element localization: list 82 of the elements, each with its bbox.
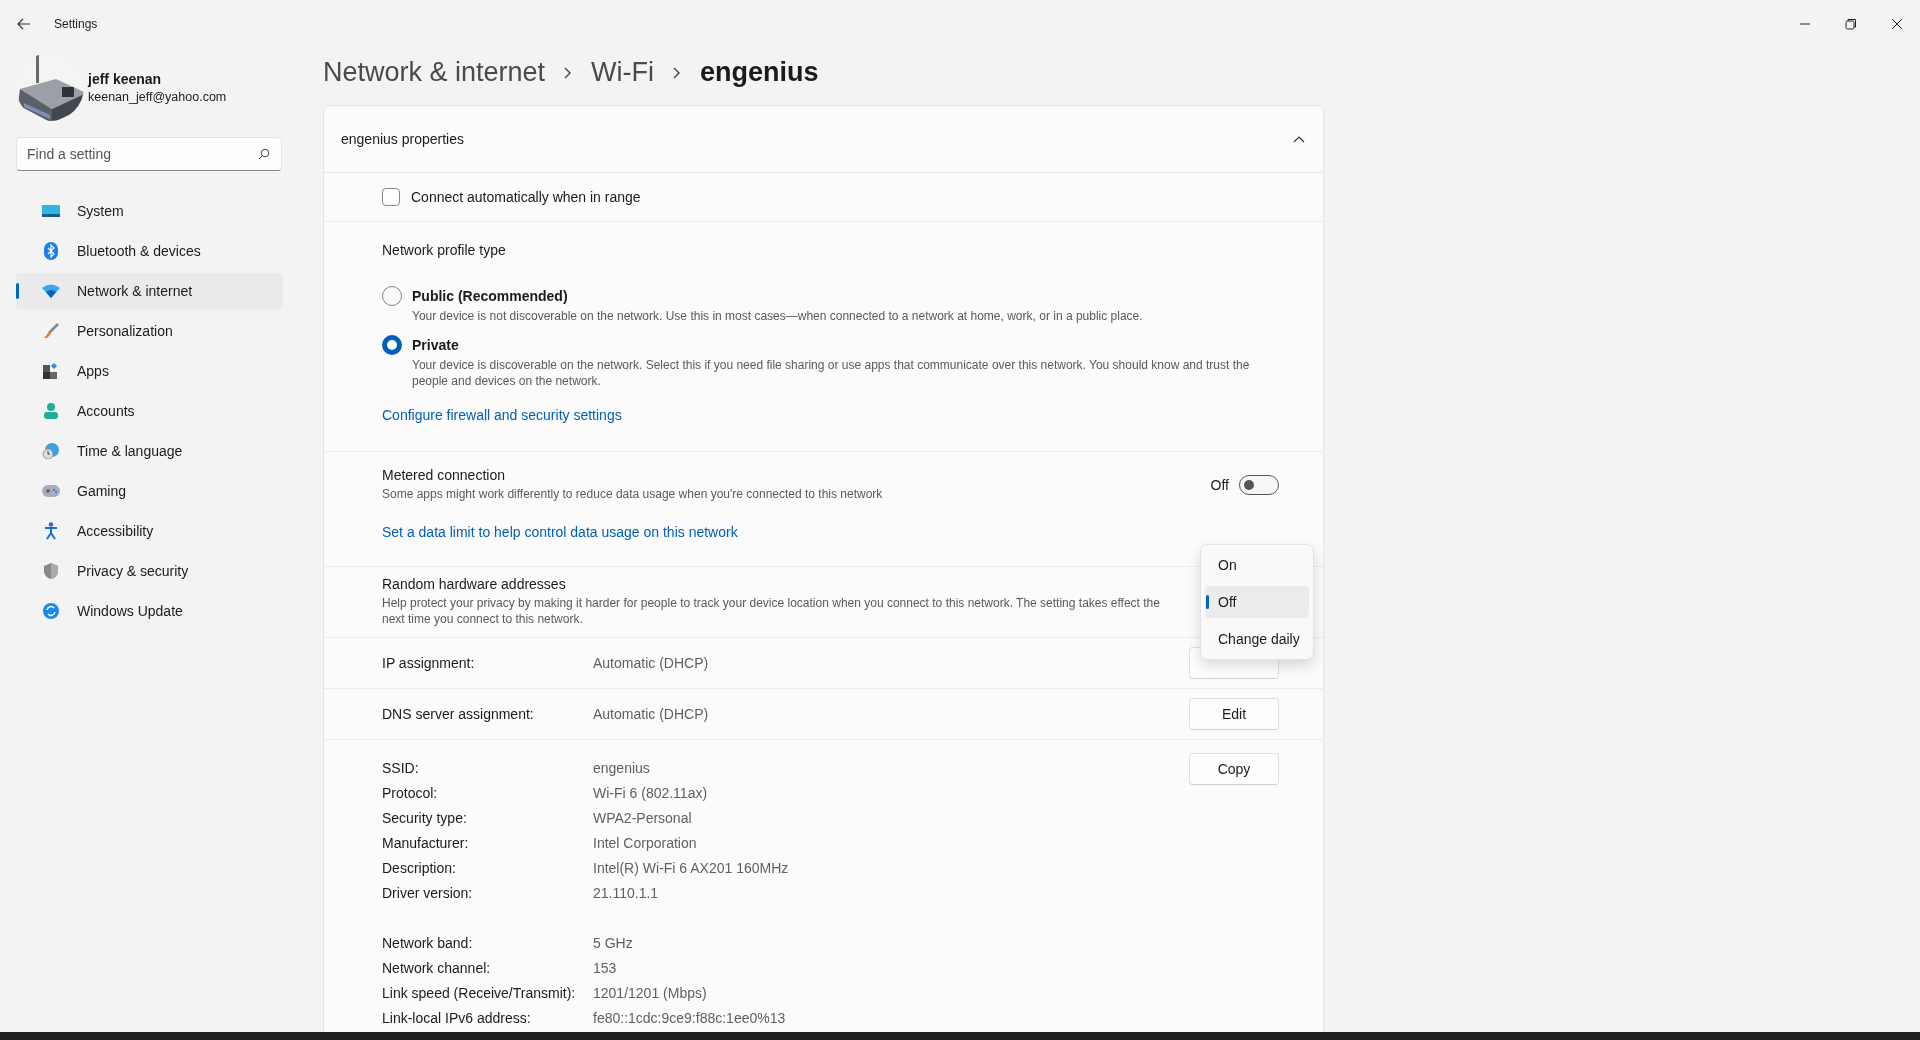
nav-item[interactable]: Gaming	[16, 473, 283, 509]
menu-item[interactable]: Change daily	[1205, 623, 1309, 655]
field-label: IP assignment:	[382, 655, 476, 671]
property-label: Manufacturer:	[382, 834, 470, 851]
property-value: 1201/1201 (Mbps)	[593, 984, 708, 1001]
nav-item[interactable]: Time & language	[16, 433, 283, 469]
menu-item[interactable]: Off	[1205, 586, 1309, 618]
property-value: WPA2-Personal	[593, 809, 693, 826]
account-name: jeff keenan	[88, 70, 163, 87]
apps-icon	[42, 363, 60, 379]
property-label: Description:	[382, 859, 457, 876]
shield-icon	[42, 563, 60, 579]
breadcrumb-item[interactable]: Wi-Fi	[591, 57, 655, 88]
checkbox-label: Connect automatically when in range	[411, 189, 641, 205]
property-value: fe80::1cdc:9ce9:f88c:1ee0%13	[593, 1009, 787, 1026]
bluetooth-icon	[42, 242, 60, 260]
edit-button[interactable]: Edit	[1189, 698, 1279, 730]
property-label: SSID:	[382, 759, 420, 776]
accessibility-icon	[42, 522, 60, 540]
property-label: Security type:	[382, 809, 468, 826]
nav-item[interactable]: System	[16, 193, 283, 229]
property-value: 5 GHz	[593, 934, 634, 951]
window-title: Settings	[54, 17, 98, 31]
radio-button[interactable]	[382, 335, 402, 355]
section-label: Network profile type	[382, 242, 507, 258]
radio-button[interactable]	[382, 286, 402, 306]
property-label: Link speed (Receive/Transmit):	[382, 984, 577, 1001]
nav-item[interactable]: Bluetooth & devices	[16, 233, 283, 269]
property-label: Link-local IPv6 address:	[382, 1009, 532, 1026]
menu-item[interactable]: On	[1205, 549, 1309, 581]
nav-item[interactable]: Windows Update	[16, 593, 283, 629]
search-icon[interactable]	[258, 148, 270, 160]
setting-title: Metered connection	[382, 467, 506, 483]
copy-button[interactable]: Copy	[1189, 753, 1279, 785]
monitor-icon	[42, 204, 60, 218]
property-label: Driver version:	[382, 884, 474, 901]
globe-clock-icon	[42, 443, 60, 459]
account-email: keenan_jeff@yahoo.com	[88, 89, 227, 104]
property-label: Protocol:	[382, 784, 439, 801]
setting-description: Help protect your privacy by making it harder for people to track your device location when you connect to this network. The setting takes effect the next time you connect to this network.	[382, 595, 1161, 627]
section-title: engenius properties	[341, 131, 464, 147]
nav-item[interactable]: Accessibility	[16, 513, 283, 549]
breadcrumb-item: engenius	[700, 57, 819, 88]
toggle-state: Off	[1210, 476, 1229, 493]
properties-header[interactable]: engenius properties	[324, 106, 1323, 173]
nav-item[interactable]: Apps	[16, 353, 283, 389]
property-value: engenius	[593, 759, 651, 776]
wifi-icon	[42, 284, 60, 298]
close-icon[interactable]	[1891, 18, 1903, 30]
nav-item[interactable]: Privacy & security	[16, 553, 283, 589]
field-label: DNS server assignment:	[382, 706, 535, 722]
property-value: Intel Corporation	[593, 834, 698, 851]
nav-item[interactable]: Accounts	[16, 393, 283, 429]
field-value: Automatic (DHCP)	[593, 706, 710, 722]
radio-label: Public (Recommended)	[412, 288, 569, 304]
update-icon	[42, 603, 60, 619]
toggle-switch[interactable]	[1239, 474, 1279, 495]
field-value: Automatic (DHCP)	[593, 655, 710, 671]
nav-item[interactable]: Personalization	[16, 313, 283, 349]
data-limit-link[interactable]: Set a data limit to help control data usage on this network	[382, 524, 738, 540]
radio-description: Your device is not discoverable on the network. Use this in most cases—when connected to a network at home, work, or in a public place.	[412, 308, 1143, 324]
radio-description: Your device is discoverable on the network. Select this if you need file sharing or use apps that communicate over this network. You should know and trust the people and devices on the network.	[412, 357, 1251, 389]
setting-title: Random hardware addresses	[382, 576, 567, 592]
gamepad-icon	[42, 485, 60, 497]
search-field[interactable]: Find a setting	[16, 137, 282, 171]
breadcrumb-item[interactable]: Network & internet	[323, 57, 546, 88]
property-value: 153	[593, 959, 618, 976]
property-value: Wi-Fi 6 (802.11ax)	[593, 784, 709, 801]
person-icon	[42, 403, 60, 419]
property-value: 21.110.1.1	[593, 884, 660, 901]
brush-icon	[42, 323, 60, 339]
setting-description: Some apps might work differently to reduce data usage when you're connected to this network	[382, 486, 884, 502]
restore-icon[interactable]	[1845, 18, 1857, 30]
radio-label: Private	[412, 337, 460, 353]
chevron-icon[interactable]	[1293, 135, 1305, 143]
back-icon[interactable]	[17, 18, 31, 30]
property-value: Intel(R) Wi-Fi 6 AX201 160MHz	[593, 859, 790, 876]
nav-item[interactable]: Network & internet	[16, 273, 283, 309]
property-label: Network channel:	[382, 959, 492, 976]
property-label: Network band:	[382, 934, 474, 951]
checkbox[interactable]	[382, 188, 400, 206]
firewall-link[interactable]: Configure firewall and security settings	[382, 407, 1279, 423]
